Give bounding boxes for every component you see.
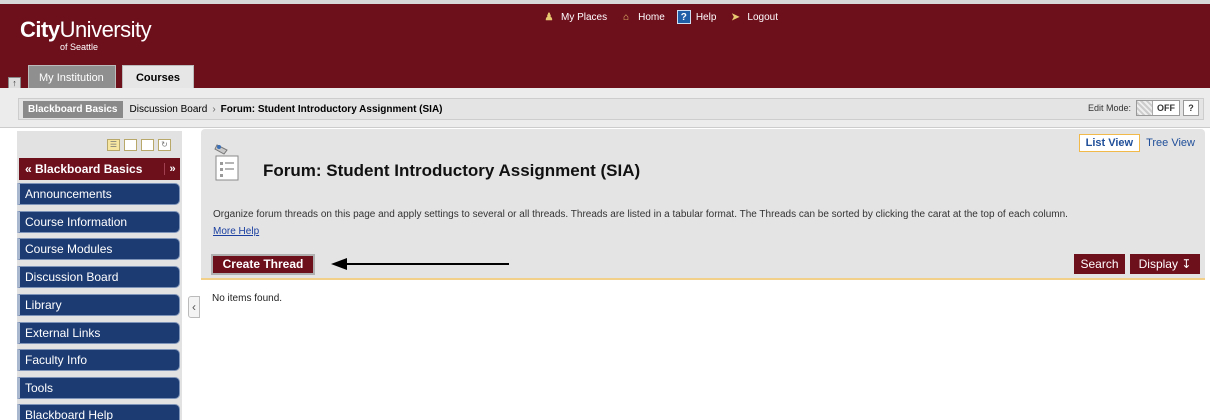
top-nav: ♟ My Places ⌂ Home ? Help ➤ Logout xyxy=(542,10,790,24)
menu-item-discussion-board[interactable]: Discussion Board xyxy=(17,266,180,288)
logo-sub: of Seattle xyxy=(60,42,99,52)
menu-view-tools: ☰ ↻ xyxy=(107,139,171,151)
course-menu-title: Blackboard Basics xyxy=(35,162,143,176)
my-places-link[interactable]: ♟ My Places xyxy=(542,10,608,24)
menu-item-external-links[interactable]: External Links xyxy=(17,322,180,344)
menu-item-course-information[interactable]: Course Information xyxy=(17,211,180,233)
tree-view-button[interactable]: Tree View xyxy=(1140,135,1201,151)
display-label: Display xyxy=(1138,257,1178,271)
collapse-up-icon: « xyxy=(25,162,36,176)
folder-view-icon[interactable] xyxy=(124,139,137,151)
logo-city: City xyxy=(20,17,60,42)
logout-label: Logout xyxy=(747,11,778,23)
edit-mode-help-button[interactable]: ? xyxy=(1183,100,1199,116)
forum-icon xyxy=(214,144,239,181)
empty-message: No items found. xyxy=(212,293,283,304)
content-header: List View Tree View Forum: Student Intro… xyxy=(201,129,1205,280)
breadcrumb-course[interactable]: Blackboard Basics xyxy=(23,100,123,118)
breadcrumb-separator-icon: › xyxy=(212,103,216,115)
course-menu: ☰ ↻ « Blackboard Basics » Announcements … xyxy=(17,131,182,420)
left-arrow-icon xyxy=(331,258,509,270)
menu-expand-icon[interactable]: » xyxy=(164,163,180,175)
menu-item-library[interactable]: Library xyxy=(17,294,180,316)
search-button[interactable]: Search xyxy=(1074,254,1125,274)
menu-item-announcements[interactable]: Announcements xyxy=(17,183,180,205)
edit-mode-label: Edit Mode: xyxy=(1087,103,1131,113)
menu-item-faculty-info[interactable]: Faculty Info xyxy=(17,349,180,371)
menu-item-blackboard-help[interactable]: Blackboard Help xyxy=(17,404,180,420)
menu-item-course-modules[interactable]: Course Modules xyxy=(17,238,180,260)
new-window-icon[interactable] xyxy=(141,139,154,151)
menu-item-tools[interactable]: Tools xyxy=(17,377,180,399)
list-menu-icon[interactable]: ☰ xyxy=(107,139,120,151)
logo-university: University xyxy=(59,17,152,42)
page-title: Forum: Student Introductory Assignment (… xyxy=(263,161,641,180)
help-link[interactable]: ? Help xyxy=(676,10,717,24)
page-description: Organize forum threads on this page and … xyxy=(213,209,1068,220)
my-places-label: My Places xyxy=(561,11,608,23)
view-switch: List View Tree View xyxy=(1078,134,1201,152)
breadcrumb-bar: Blackboard Basics Discussion Board › For… xyxy=(0,88,1210,128)
collapse-menu-handle[interactable]: ‹ xyxy=(188,296,200,318)
home-icon: ⌂ xyxy=(623,11,630,23)
home-link[interactable]: ⌂ Home xyxy=(619,10,665,24)
display-button[interactable]: Display ↧ xyxy=(1130,254,1200,274)
create-thread-button[interactable]: Create Thread xyxy=(211,254,315,275)
list-view-button[interactable]: List View xyxy=(1078,134,1141,152)
logout-link[interactable]: ➤ Logout xyxy=(728,10,778,24)
logout-icon: ➤ xyxy=(731,11,740,23)
help-label: Help xyxy=(695,11,717,23)
refresh-icon[interactable]: ↻ xyxy=(158,139,171,151)
course-menu-header[interactable]: « Blackboard Basics » xyxy=(19,158,180,180)
breadcrumb-discussion-board[interactable]: Discussion Board xyxy=(130,104,208,115)
breadcrumb-current: Forum: Student Introductory Assignment (… xyxy=(220,103,443,115)
edit-mode-toggle[interactable]: OFF xyxy=(1136,100,1180,116)
chevron-down-icon: ↧ xyxy=(1181,257,1192,271)
breadcrumb: Blackboard Basics Discussion Board › For… xyxy=(18,98,1204,120)
edit-mode-state: OFF xyxy=(1157,103,1175,113)
edit-mode: Edit Mode: OFF ? xyxy=(1088,100,1199,116)
home-label: Home xyxy=(638,11,665,23)
person-icon: ♟ xyxy=(544,11,554,23)
more-help-link[interactable]: More Help xyxy=(213,226,259,237)
left-column: ☰ ↻ « Blackboard Basics » Announcements … xyxy=(0,129,198,420)
top-header: CityUniversity of Seattle ♟ My Places ⌂ … xyxy=(0,0,1210,92)
main-content: List View Tree View Forum: Student Intro… xyxy=(201,129,1210,420)
help-icon: ? xyxy=(676,10,691,24)
city-university-logo[interactable]: CityUniversity of Seattle xyxy=(20,17,152,53)
toggle-knob xyxy=(1137,101,1153,115)
